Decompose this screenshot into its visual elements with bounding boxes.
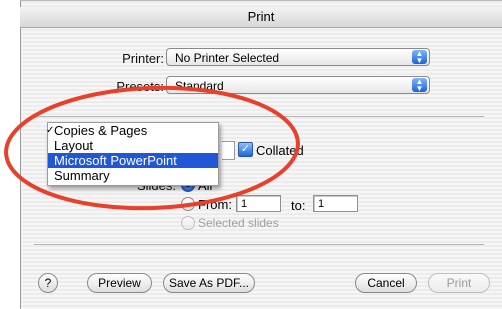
- presets-popup[interactable]: Standard ▲ ▼: [166, 76, 430, 94]
- popup-arrows-icon: ▲ ▼: [412, 50, 427, 65]
- printer-popup[interactable]: No Printer Selected ▲ ▼: [166, 48, 430, 66]
- help-button[interactable]: ?: [38, 273, 58, 293]
- panel-popup-menu: ✓ Copies & Pages Layout Microsoft PowerP…: [46, 122, 219, 186]
- printer-label: Printer:: [122, 51, 164, 66]
- slides-from-radio[interactable]: [181, 197, 195, 211]
- checkmark-icon: ✓: [46, 125, 55, 136]
- menu-item-summary[interactable]: Summary: [48, 168, 218, 183]
- presets-label: Presets:: [116, 79, 164, 94]
- selected-slides-label: Selected slides: [198, 216, 279, 230]
- selected-slides-radio[interactable]: [181, 216, 195, 230]
- window-title: Print: [20, 7, 502, 28]
- popup-arrows-icon: ▲ ▼: [412, 78, 427, 93]
- menu-item-copies-pages[interactable]: ✓ Copies & Pages: [46, 123, 218, 138]
- printer-value: No Printer Selected: [175, 51, 280, 65]
- menu-item-layout[interactable]: Layout: [48, 138, 218, 153]
- print-button[interactable]: Print: [428, 273, 490, 293]
- save-as-pdf-button[interactable]: Save As PDF...: [163, 273, 255, 293]
- cancel-button[interactable]: Cancel: [355, 273, 417, 293]
- collated-label: Collated: [256, 143, 304, 158]
- presets-value: Standard: [175, 79, 224, 93]
- slides-to-input[interactable]: 1: [313, 195, 358, 212]
- menu-item-microsoft-powerpoint[interactable]: Microsoft PowerPoint: [48, 153, 218, 168]
- collated-checkbox[interactable]: ✓: [238, 142, 253, 157]
- preview-button[interactable]: Preview: [87, 273, 152, 293]
- slides-from-label: From:: [198, 197, 232, 212]
- separator: [34, 116, 484, 117]
- separator: [34, 244, 484, 245]
- slides-to-label: to:: [291, 198, 306, 213]
- copies-field-edge: [222, 141, 235, 160]
- slides-from-input[interactable]: 1: [236, 195, 281, 212]
